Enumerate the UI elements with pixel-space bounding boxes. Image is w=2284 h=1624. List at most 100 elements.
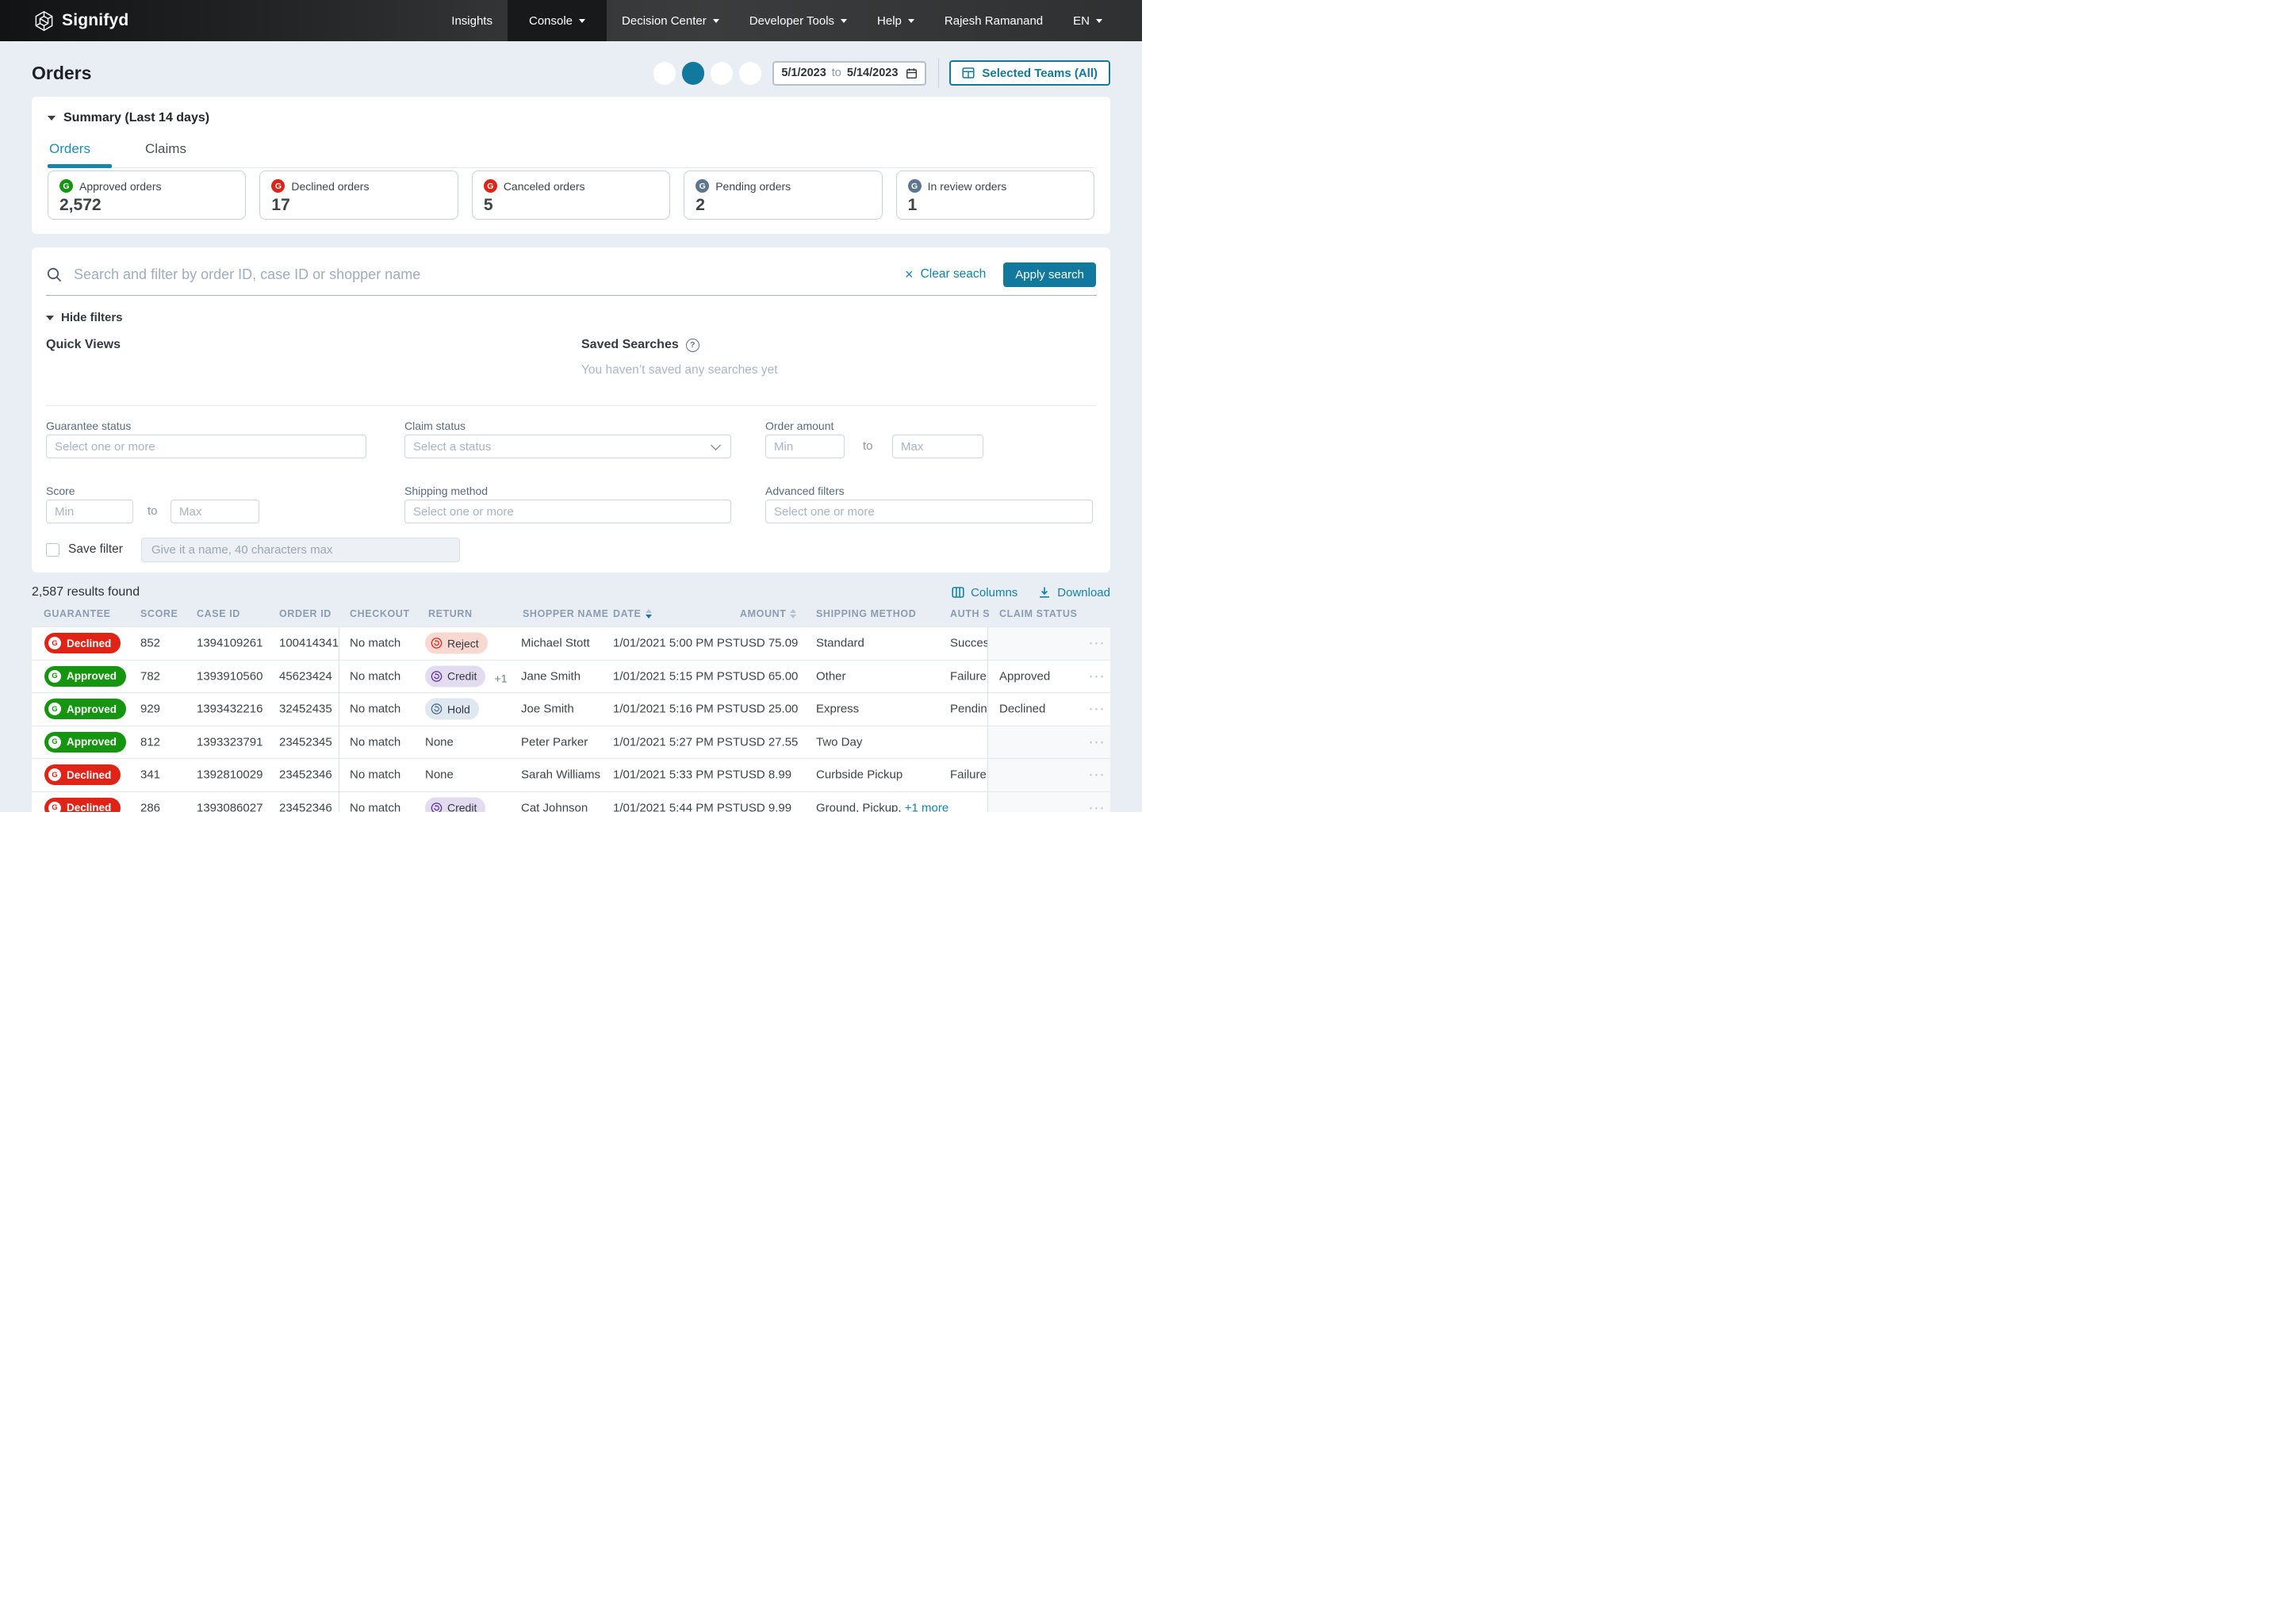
- calendar-icon[interactable]: [906, 67, 918, 79]
- nav-item[interactable]: Help: [862, 0, 929, 41]
- date-from-value[interactable]: 5/1/2023: [781, 67, 826, 79]
- auth-status-cell: Failure: [950, 669, 987, 683]
- summary-card: G Declined orders 17: [259, 170, 458, 220]
- table-column-header[interactable]: CLAIM STATUS: [999, 608, 1077, 619]
- row-menu-button[interactable]: ⋯: [1088, 666, 1106, 686]
- date-to-value[interactable]: 5/14/2023: [847, 67, 899, 79]
- guarantee-seal-icon: G: [48, 670, 61, 683]
- advanced-filters-label: Advanced filters: [765, 485, 845, 497]
- tab-orders[interactable]: Orders: [49, 141, 90, 157]
- table-column-header[interactable]: SCORE: [140, 608, 178, 619]
- table-row[interactable]: Declined G Approved 929 1393432216 32452…: [32, 693, 1110, 726]
- table-row[interactable]: G Declined 286 1393086027 23452346 No ma…: [32, 792, 1110, 813]
- score-cell: 782: [140, 669, 160, 683]
- return-icon: [431, 802, 443, 812]
- amount-cell: USD 75.09: [740, 637, 798, 650]
- auth-status-cell: Pending: [950, 703, 987, 716]
- order-amount-max-input[interactable]: [892, 435, 983, 458]
- nav-item[interactable]: EN: [1058, 0, 1142, 41]
- score-cell: 929: [140, 703, 160, 716]
- filter-name-input[interactable]: [141, 538, 460, 562]
- checkout-cell: No match: [350, 768, 400, 782]
- shopper-name-cell: Joe Smith: [521, 703, 574, 716]
- guarantee-seal-icon: G: [484, 179, 497, 193]
- filters-divider: [46, 405, 1097, 406]
- table-column-header[interactable]: AMOUNT: [740, 608, 796, 619]
- table-column-header[interactable]: ORDER ID: [279, 608, 331, 619]
- claim-status-label: Claim status: [404, 419, 466, 432]
- guarantee-status-input[interactable]: [46, 435, 366, 458]
- row-menu-button[interactable]: ⋯: [1088, 732, 1106, 752]
- guarantee-seal-icon: G: [48, 736, 61, 749]
- guarantee-seal-icon: G: [48, 637, 61, 649]
- apply-search-button[interactable]: Apply search: [1003, 262, 1096, 287]
- row-menu-button[interactable]: ⋯: [1088, 765, 1106, 785]
- date-range-pill[interactable]: [739, 62, 761, 85]
- score-label: Score: [46, 485, 75, 497]
- clear-search-button[interactable]: × Clear seach: [905, 267, 986, 282]
- shipping-more-link[interactable]: +1 more: [905, 801, 948, 812]
- row-menu-button[interactable]: ⋯: [1088, 798, 1106, 812]
- score-min-input[interactable]: [46, 500, 133, 523]
- advanced-filters-input[interactable]: [765, 500, 1093, 523]
- date-range-pill[interactable]: [711, 62, 733, 85]
- sort-arrows-icon[interactable]: [790, 609, 796, 619]
- shopper-name-cell: Peter Parker: [521, 735, 588, 749]
- help-icon[interactable]: ?: [686, 339, 699, 352]
- shipping-method-input[interactable]: [404, 500, 731, 523]
- nav-item[interactable]: Insights: [436, 0, 508, 41]
- shipping-method-cell: Ground, Pickup, +1 more: [816, 801, 948, 812]
- summary-collapse-toggle[interactable]: Summary (Last 14 days): [48, 111, 209, 125]
- selected-teams-button[interactable]: Selected Teams (All): [949, 60, 1110, 86]
- tab-claims[interactable]: Claims: [145, 141, 186, 157]
- table-column-header[interactable]: CASE ID: [197, 608, 240, 619]
- sort-arrows-icon[interactable]: [646, 609, 652, 619]
- results-bar: 2,587 results found Columns Download: [32, 573, 1110, 606]
- shipping-method-cell: Other: [816, 669, 846, 683]
- row-menu-button[interactable]: ⋯: [1088, 634, 1106, 653]
- score-max-input[interactable]: [171, 500, 259, 523]
- table-column-header[interactable]: SHIPPING METHOD: [816, 608, 916, 619]
- table-column-header[interactable]: RETURN: [428, 608, 473, 619]
- table-column-header[interactable]: SHOPPER NAME: [523, 608, 609, 619]
- date-range-pills: [647, 62, 761, 85]
- date-range-input[interactable]: 5/1/2023 to 5/14/2023: [772, 61, 926, 86]
- order-id-cell: 45623424: [279, 669, 332, 683]
- saved-searches-heading: Saved Searches ?: [581, 338, 699, 352]
- nav-item[interactable]: Decision Center: [607, 0, 734, 41]
- nav-item[interactable]: Console: [508, 0, 607, 41]
- hide-filters-toggle[interactable]: Hide filters: [46, 311, 123, 324]
- columns-button[interactable]: Columns: [952, 586, 1017, 599]
- guarantee-status-pill: G Approved: [44, 732, 126, 753]
- save-filter-checkbox[interactable]: [46, 543, 59, 557]
- table-column-header[interactable]: CHECKOUT: [350, 608, 410, 619]
- date-cell: 1/01/2021 5:00 PM PST: [613, 637, 740, 650]
- claim-status-select[interactable]: Select a status: [404, 435, 731, 458]
- table-column-header[interactable]: DATE: [613, 608, 652, 619]
- shopper-name-cell: Jane Smith: [521, 669, 581, 683]
- return-icon: [431, 703, 443, 715]
- quick-views-heading: Quick Views: [46, 338, 121, 352]
- table-column-header[interactable]: GUARANTEE: [44, 608, 111, 619]
- table-row[interactable]: G Declined 852 1394109261 100414341 No m…: [32, 627, 1110, 661]
- return-cell: Credit Credit +1: [425, 665, 508, 687]
- brand[interactable]: Signifyd: [33, 0, 128, 41]
- nav-item[interactable]: Rajesh Ramanand: [929, 0, 1058, 41]
- guarantee-seal-icon: G: [696, 179, 709, 193]
- search-input[interactable]: [74, 266, 905, 283]
- table-row[interactable]: G Approved 812 1393323791 23452345 No ma…: [32, 726, 1110, 760]
- table-column-header[interactable]: AUTH S: [950, 608, 990, 619]
- nav-item[interactable]: Developer Tools: [734, 0, 862, 41]
- row-menu-button[interactable]: ⋯: [1088, 699, 1106, 719]
- checkout-cell: No match: [350, 637, 400, 650]
- date-range-pill[interactable]: [653, 62, 676, 85]
- date-range-pill[interactable]: [682, 62, 704, 85]
- order-amount-min-input[interactable]: [765, 435, 845, 458]
- top-nav: Signifyd Insights Console Decision Cente…: [0, 0, 1142, 41]
- table-row[interactable]: Approved G Approved 782 1393910560 45623…: [32, 661, 1110, 694]
- table-row[interactable]: G Declined 341 1392810029 23452346 No ma…: [32, 759, 1110, 792]
- saved-searches-empty-text: You haven’t saved any searches yet: [581, 363, 778, 377]
- shopper-name-cell: Cat Johnson: [521, 801, 588, 812]
- chevron-down-icon: [46, 316, 54, 320]
- download-button[interactable]: Download: [1038, 586, 1110, 599]
